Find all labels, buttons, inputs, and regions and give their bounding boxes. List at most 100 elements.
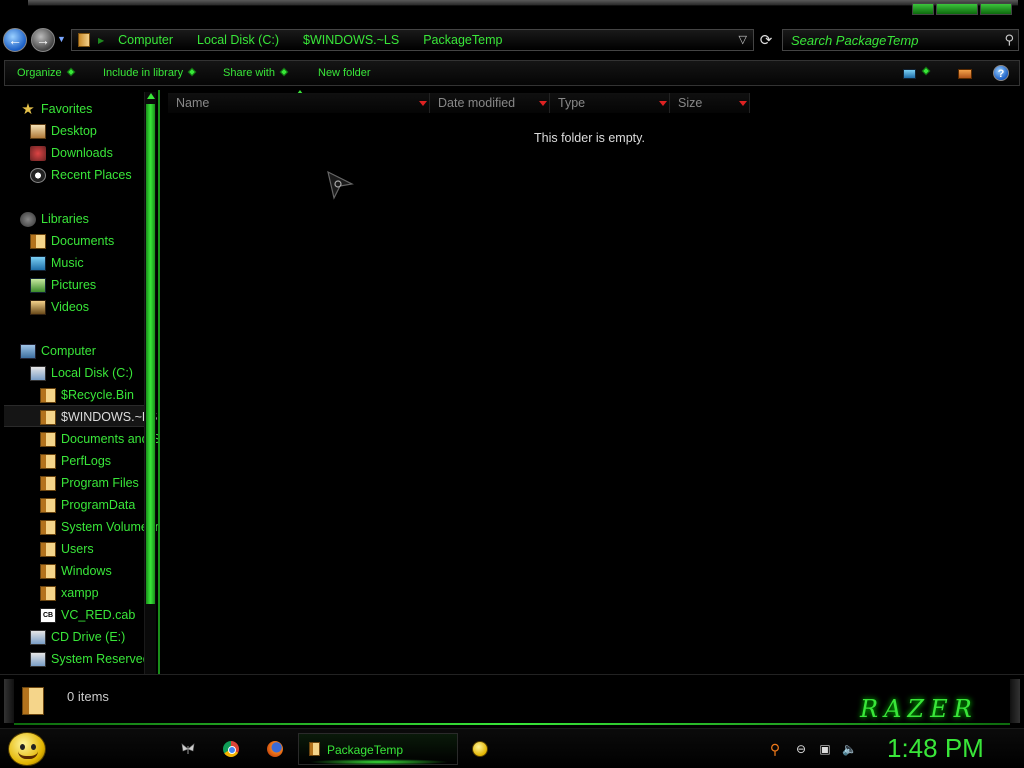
- tree-label: Documents: [51, 234, 115, 248]
- tree-local-disk[interactable]: Local Disk (C:): [30, 363, 133, 383]
- tree-vc-red-cab[interactable]: CB VC_RED.cab: [40, 605, 135, 625]
- details-pane-frame: [4, 679, 14, 723]
- tree-windows[interactable]: Windows: [40, 561, 112, 581]
- refresh-icon[interactable]: ⟳: [756, 31, 776, 51]
- back-button[interactable]: ←: [3, 28, 27, 52]
- tree-program-files[interactable]: Program Files: [40, 473, 139, 493]
- tree-xampp[interactable]: xampp: [40, 583, 99, 603]
- tree-label: Program Files: [61, 476, 139, 490]
- search-tray-icon[interactable]: ⚲: [768, 742, 782, 756]
- tree-music[interactable]: Music: [30, 253, 84, 273]
- details-pane: 0 items RAZER: [0, 674, 1024, 726]
- column-dropdown-icon[interactable]: [739, 101, 747, 106]
- tree-programdata[interactable]: ProgramData: [40, 495, 135, 515]
- view-options-icon[interactable]: [903, 69, 916, 79]
- tree-label: Local Disk (C:): [51, 366, 133, 380]
- tree-cd-drive[interactable]: CD Drive (E:): [30, 627, 125, 647]
- butterfly-app-icon[interactable]: [180, 741, 196, 757]
- folder-icon: [40, 563, 56, 579]
- tree-label: VC_RED.cab: [61, 608, 136, 622]
- tree-documents[interactable]: Documents: [30, 231, 114, 251]
- folder-icon: [40, 519, 56, 535]
- tree-label: Music: [51, 256, 84, 270]
- folder-icon: [40, 387, 56, 403]
- documents-icon: [30, 233, 46, 249]
- organize-button[interactable]: Organize: [17, 67, 75, 79]
- column-dropdown-icon[interactable]: [659, 101, 667, 106]
- tree-system-reserved[interactable]: System Reserved: [30, 649, 150, 669]
- forward-button[interactable]: →: [31, 28, 55, 52]
- column-header-type[interactable]: Type: [550, 93, 670, 113]
- tree-videos[interactable]: Videos: [30, 297, 89, 317]
- tree-recycle-bin[interactable]: $Recycle.Bin: [40, 385, 134, 405]
- breadcrumb-computer[interactable]: Computer: [118, 33, 173, 47]
- minus-circle-icon[interactable]: ⊖: [794, 742, 808, 756]
- folder-icon: [40, 475, 56, 491]
- tree-recent-places[interactable]: Recent Places: [30, 165, 132, 185]
- network-icon[interactable]: ▣: [818, 742, 832, 756]
- address-bar[interactable]: ▶ Computer Local Disk (C:) $WINDOWS.~LS …: [71, 29, 754, 51]
- tree-libraries[interactable]: Libraries: [20, 209, 89, 229]
- include-in-library-button[interactable]: Include in library: [103, 67, 197, 79]
- folder-icon: [40, 585, 56, 601]
- help-icon[interactable]: ?: [993, 65, 1009, 81]
- breadcrumb-packagetemp[interactable]: PackageTemp: [423, 33, 502, 47]
- breadcrumb-local-disk[interactable]: Local Disk (C:): [197, 33, 279, 47]
- scroll-up-icon[interactable]: [147, 93, 155, 99]
- chrome-icon[interactable]: [223, 741, 239, 757]
- nav-pane-scrollbar[interactable]: [144, 92, 156, 674]
- preview-pane-icon[interactable]: [958, 69, 972, 79]
- new-folder-button[interactable]: New folder: [318, 67, 371, 79]
- column-header-date-modified[interactable]: Date modified: [430, 93, 550, 113]
- drive-icon: [30, 365, 46, 381]
- tree-users[interactable]: Users: [40, 539, 94, 559]
- tree-computer[interactable]: Computer: [20, 341, 96, 361]
- start-orb-mouth: [18, 751, 38, 759]
- view-dropdown[interactable]: [921, 66, 931, 78]
- column-label: Size: [678, 96, 703, 110]
- volume-icon[interactable]: 🔈: [842, 742, 857, 756]
- tree-system-volume-information[interactable]: System Volume Information: [40, 517, 158, 537]
- tree-label: PerfLogs: [61, 454, 112, 468]
- tree-label: Pictures: [51, 278, 97, 292]
- tree-desktop[interactable]: Desktop: [30, 121, 97, 141]
- tree-pictures[interactable]: Pictures: [30, 275, 96, 295]
- breadcrumb-windows-ls[interactable]: $WINDOWS.~LS: [303, 33, 399, 47]
- share-with-button[interactable]: Share with: [223, 67, 289, 79]
- folder-icon: [40, 497, 56, 513]
- empty-folder-message: This folder is empty.: [534, 131, 645, 145]
- scrollbar-thumb[interactable]: [146, 104, 155, 604]
- tree-documents-and-settings[interactable]: Documents and Settings: [40, 429, 158, 449]
- tree-perflogs[interactable]: PerfLogs: [40, 451, 111, 471]
- tree-label: Desktop: [51, 124, 97, 138]
- close-button[interactable]: [980, 3, 1012, 15]
- column-dropdown-icon[interactable]: [539, 101, 547, 106]
- chevron-down-icon[interactable]: ▽: [739, 33, 747, 46]
- chevron-right-icon[interactable]: ▶: [98, 36, 104, 45]
- search-box[interactable]: ⚲: [782, 29, 1019, 51]
- tree-windows-ls[interactable]: $WINDOWS.~LS: [40, 407, 157, 427]
- start-orb-icon[interactable]: [8, 732, 46, 766]
- file-list[interactable]: Name Date modified Type Size This folder…: [160, 90, 1020, 674]
- tree-downloads[interactable]: Downloads: [30, 143, 113, 163]
- folder-icon: [78, 33, 90, 47]
- column-dropdown-icon[interactable]: [419, 101, 427, 106]
- organize-label: Organize: [17, 67, 62, 79]
- column-header-size[interactable]: Size: [670, 93, 750, 113]
- search-input[interactable]: [791, 32, 991, 48]
- firefox-icon[interactable]: [267, 741, 283, 757]
- clock[interactable]: 1:48 PM: [887, 733, 984, 764]
- tree-label: Users: [61, 542, 94, 556]
- folder-icon: [40, 431, 56, 447]
- column-header-name[interactable]: Name: [168, 93, 430, 113]
- maximize-button[interactable]: [936, 3, 978, 15]
- tree-label: $WINDOWS.~LS: [61, 410, 158, 424]
- search-icon[interactable]: ⚲: [1004, 32, 1014, 48]
- minimize-button[interactable]: [912, 3, 934, 15]
- tree-favorites[interactable]: ★ Favorites: [20, 99, 92, 119]
- new-folder-label: New folder: [318, 67, 371, 79]
- drive-icon: [30, 651, 46, 667]
- taskbar-button-packagetemp[interactable]: PackageTemp: [298, 733, 458, 765]
- messenger-icon[interactable]: [472, 741, 488, 757]
- recent-pages-dropdown[interactable]: ▼: [57, 34, 66, 44]
